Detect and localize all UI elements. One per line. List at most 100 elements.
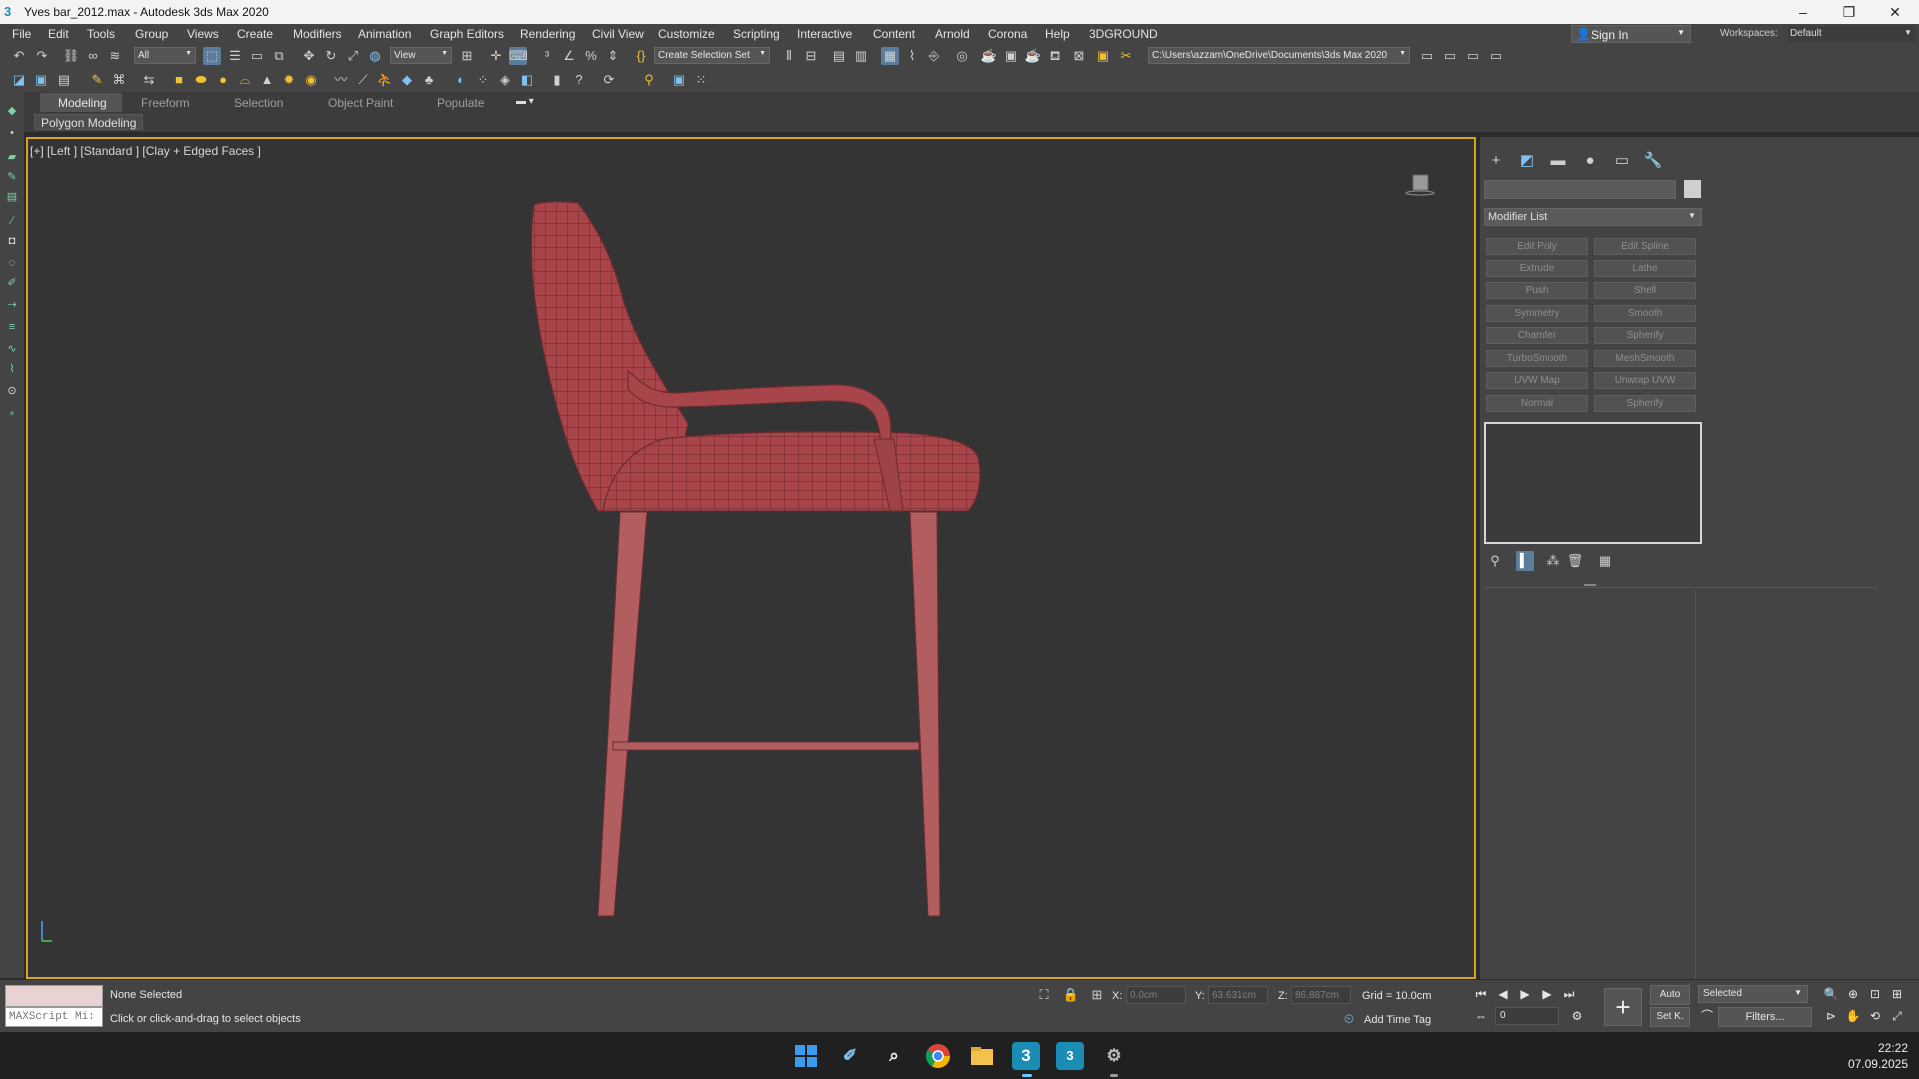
maxscript-mini-listener[interactable]: MAXScript Mi: — [5, 1007, 103, 1027]
file-explorer-icon[interactable] — [968, 1042, 996, 1070]
unlink-icon[interactable]: ∞ — [84, 47, 102, 65]
tail-icon[interactable]: ⸗ — [5, 406, 19, 420]
chair-model[interactable] — [28, 139, 1474, 977]
make-unique-icon[interactable]: ⁂ — [1544, 551, 1562, 571]
add-time-tag[interactable]: Add Time Tag — [1364, 1014, 1431, 1026]
menu-create[interactable]: Create — [237, 27, 273, 41]
select-by-name-icon[interactable]: ☰ — [226, 47, 244, 65]
corona-camera-icon[interactable]: ◧ — [518, 71, 536, 89]
current-frame-field[interactable]: 0 — [1495, 1007, 1559, 1025]
remove-modifier-icon[interactable]: 🗑 — [1566, 551, 1584, 571]
modifier-turbosmooth-button[interactable]: TurboSmooth — [1486, 350, 1588, 367]
field-of-view-icon[interactable]: ⊳ — [1822, 1007, 1840, 1025]
z-coordinate[interactable]: 86.887cm — [1291, 986, 1351, 1004]
modifier-edit-poly-button[interactable]: Edit Poly — [1486, 238, 1588, 255]
modifier-uvw-map-button[interactable]: UVW Map — [1486, 372, 1588, 389]
percent-snap-icon[interactable]: % — [582, 47, 600, 65]
maximize-viewport-icon[interactable]: ⤢ — [1888, 1007, 1906, 1025]
key-tangent-icon[interactable]: ⌒ — [1698, 1007, 1716, 1025]
modifier-lathe-button[interactable]: Lathe — [1594, 260, 1696, 277]
menu-edit[interactable]: Edit — [48, 27, 69, 41]
front-leg[interactable] — [597, 511, 648, 917]
new-project-icon[interactable]: ▭ — [1441, 47, 1459, 65]
rollout-grip[interactable] — [1584, 584, 1596, 586]
minimize-button[interactable]: – — [1780, 0, 1826, 24]
ribbon-options-icon[interactable]: ▬ ▾ — [516, 96, 534, 107]
rotate-icon[interactable]: ↻ — [322, 47, 340, 65]
configure-modifier-sets-icon[interactable]: ▦ — [1596, 551, 1614, 571]
modifier-shell-button[interactable]: Shell — [1594, 282, 1696, 299]
menu-modifiers[interactable]: Modifiers — [293, 27, 342, 41]
menu-help[interactable]: Help — [1045, 27, 1070, 41]
orbit-icon[interactable]: ◌ — [5, 256, 19, 270]
deform-icon[interactable]: ▰ — [5, 150, 19, 164]
motion-tab-icon[interactable]: ● — [1580, 151, 1600, 171]
paint-selection-icon[interactable]: ⌘ — [110, 71, 128, 89]
toggle-ribbon-icon[interactable]: ▦ — [881, 47, 899, 65]
scatter-icon[interactable]: ♣ — [420, 71, 438, 89]
orbit-view-icon[interactable]: ⟲ — [1866, 1007, 1884, 1025]
rectangular-selection-icon[interactable]: ▭ — [248, 47, 266, 65]
isolate-selection-icon[interactable]: ⛶ — [1035, 986, 1053, 1004]
display-tab-icon[interactable]: ▭ — [1612, 151, 1632, 171]
windows-start-icon[interactable] — [792, 1042, 820, 1070]
schematic-view-icon[interactable]: ⎆ — [925, 47, 943, 65]
box-icon[interactable]: ■ — [170, 71, 188, 89]
create-tab-icon[interactable]: + — [1486, 151, 1506, 171]
arrow-icon[interactable]: ⇢ — [5, 298, 19, 312]
menu-rendering[interactable]: Rendering — [520, 27, 575, 41]
rendered-frame-window-icon[interactable]: ▣ — [1002, 47, 1020, 65]
pin-stack-icon[interactable]: ⚲ — [1486, 551, 1504, 571]
tab-selection[interactable]: Selection — [234, 96, 283, 110]
named-selection-dropdown[interactable]: Create Selection Set ▼ — [654, 47, 770, 64]
modifier-extrude-button[interactable]: Extrude — [1486, 260, 1588, 277]
open-project-icon[interactable]: ▭ — [1418, 47, 1436, 65]
menu-corona[interactable]: Corona — [988, 27, 1027, 41]
search-icon[interactable]: ⌕ — [880, 1042, 908, 1070]
viewport-left[interactable]: [+] [Left ] [Standard ] [Clay + Edged Fa… — [26, 137, 1476, 979]
cone-icon[interactable]: ▲ — [258, 71, 276, 89]
create-tool-icon[interactable]: ◆ — [5, 104, 19, 118]
angle-snap-icon[interactable]: ∠ — [560, 47, 578, 65]
pivot-point-icon[interactable]: ⊞ — [458, 47, 476, 65]
undo-icon[interactable]: ↶ — [10, 47, 28, 65]
modifier-list-dropdown[interactable]: Modifier List ▼ — [1484, 208, 1702, 226]
set-project-folder-icon[interactable]: ▭ — [1464, 47, 1482, 65]
modify-tab-icon[interactable]: ◩ — [1517, 151, 1537, 171]
go-to-end-icon[interactable]: ⏭ — [1560, 985, 1578, 1003]
modifier-symmetry-button[interactable]: Symmetry — [1486, 305, 1588, 322]
light-list-icon[interactable]: ⇆ — [140, 71, 158, 89]
corona-proxy-icon[interactable]: ◈ — [496, 71, 514, 89]
pin-icon[interactable]: ⚲ — [640, 71, 658, 89]
reference-coordinate-dropdown[interactable]: View ▼ — [390, 47, 452, 64]
zoom-icon[interactable]: 🔍 — [1822, 985, 1840, 1003]
absolute-mode-icon[interactable]: ⊞ — [1088, 986, 1106, 1004]
wave-icon[interactable]: ∿ — [5, 342, 19, 356]
previous-frame-icon[interactable]: ◀ — [1494, 985, 1512, 1003]
object-name-field[interactable] — [1484, 180, 1676, 199]
object-color-swatch[interactable] — [1684, 180, 1701, 198]
next-frame-icon[interactable]: ▶ — [1538, 985, 1556, 1003]
modifier-unwrap-uvw-button[interactable]: Unwrap UVW — [1594, 372, 1696, 389]
window-crossing-icon[interactable]: ⧉ — [270, 47, 288, 65]
menu-group[interactable]: Group — [135, 27, 168, 41]
scene-explorer-toggle-icon[interactable]: ◪ — [10, 71, 28, 89]
cylinder-icon[interactable]: ⬬ — [192, 71, 210, 89]
3ds-max-2-icon[interactable]: 3 — [1056, 1042, 1084, 1070]
modifier-meshsmooth-button[interactable]: MeshSmooth — [1594, 350, 1696, 367]
chrome-icon[interactable] — [924, 1042, 952, 1070]
polygon-modeling-panel[interactable]: Polygon Modeling — [34, 114, 144, 130]
close-button[interactable]: ✕ — [1872, 0, 1918, 24]
key-filters-button[interactable]: Filters... — [1718, 1007, 1812, 1027]
tab-object-paint[interactable]: Object Paint — [328, 96, 393, 110]
align-icon[interactable]: ⊟ — [802, 47, 820, 65]
menu-customize[interactable]: Customize — [658, 27, 715, 41]
curve-editor-icon[interactable]: ⌇ — [903, 47, 921, 65]
pencil-icon[interactable]: ✐ — [5, 276, 19, 290]
menu-3dground[interactable]: 3DGROUND — [1089, 27, 1158, 41]
loop-icon[interactable]: ⊙ — [5, 384, 19, 398]
show-end-result-icon[interactable]: ▍ — [1516, 551, 1534, 571]
biped-icon[interactable]: ⛹ — [376, 71, 394, 89]
particle-icon[interactable]: ◆ — [398, 71, 416, 89]
leg-stretcher[interactable] — [612, 741, 920, 751]
